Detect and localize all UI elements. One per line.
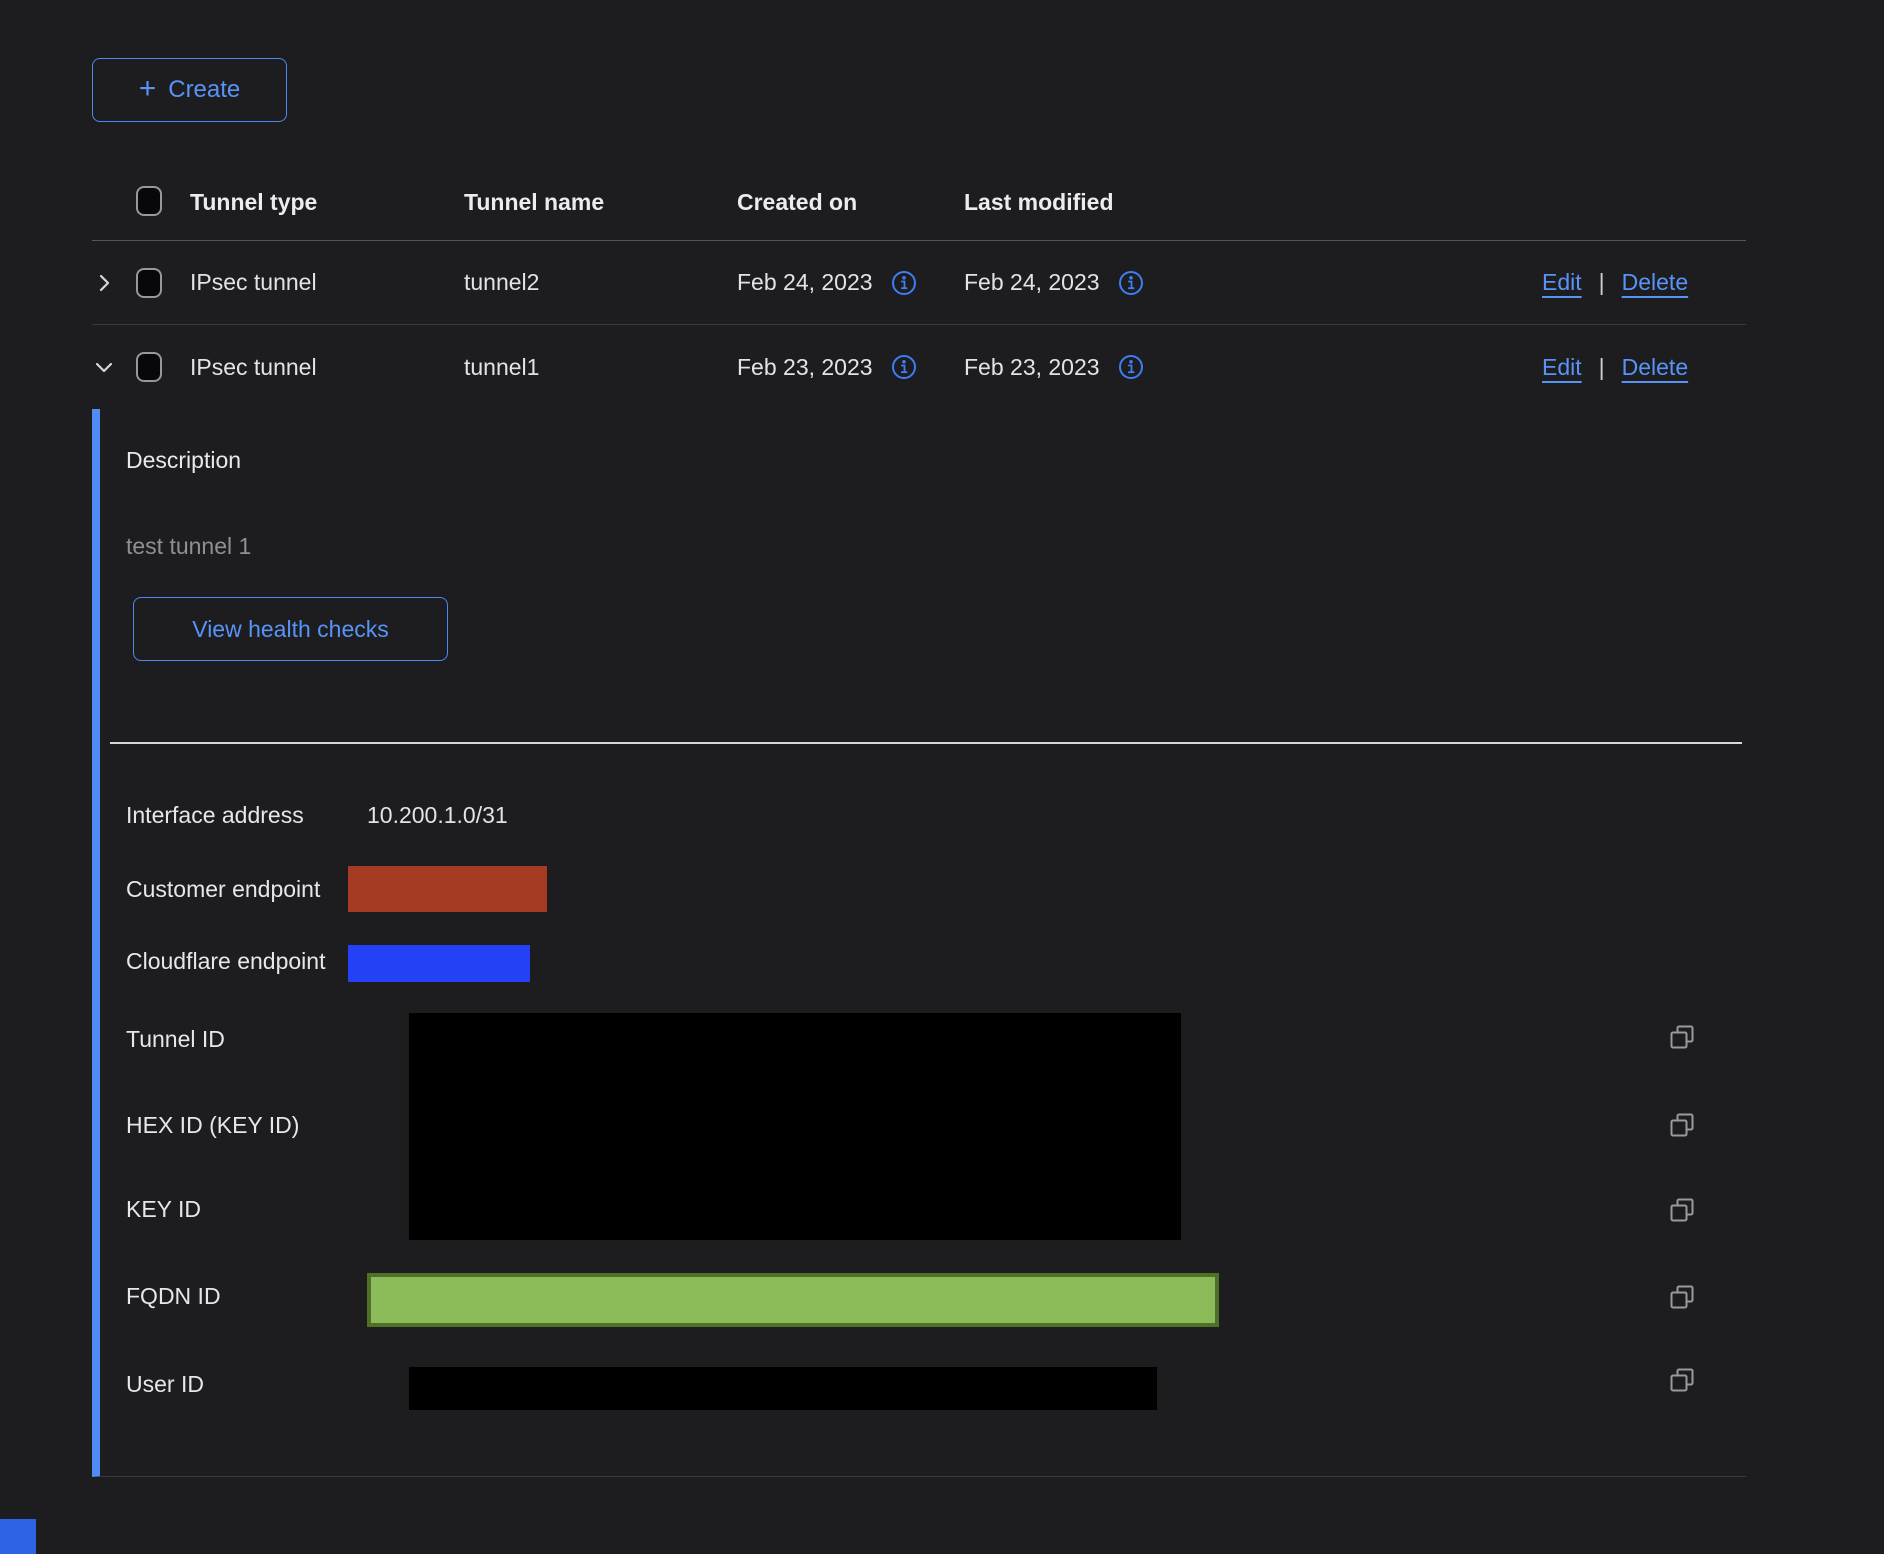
select-all-checkbox[interactable] [136,186,162,216]
description-value: test tunnel 1 [126,533,251,560]
copy-hex-id-icon[interactable] [1668,1111,1696,1142]
tunnel-name-cell: tunnel1 [464,354,737,381]
create-button[interactable]: + Create [92,58,287,122]
tunnels-table: Tunnel type Tunnel name Created on Last … [92,140,1746,409]
table-row: IPsec tunnel tunnel1 Feb 23, 2023 Feb 23… [92,325,1746,409]
fqdn-id-label: FQDN ID [126,1283,221,1310]
panel-divider [110,742,1742,744]
cloudflare-endpoint-redacted-value [348,945,530,982]
tunnel-type-cell: IPsec tunnel [190,269,464,296]
customer-endpoint-redacted-value [348,866,547,912]
expand-chevron-right-icon[interactable] [92,271,116,295]
last-modified-cell: Feb 23, 2023 [964,354,1100,381]
interface-address-value: 10.200.1.0/31 [367,802,508,829]
collapse-chevron-down-icon[interactable] [92,355,116,379]
tunnel-detail-panel: Description test tunnel 1 View health ch… [92,409,1746,1477]
edit-link[interactable]: Edit [1542,269,1582,296]
description-label: Description [126,447,241,474]
copy-fqdn-id-icon[interactable] [1668,1283,1696,1314]
copy-key-id-icon[interactable] [1668,1196,1696,1227]
info-icon[interactable] [891,270,917,296]
plus-icon: + [139,74,157,104]
ids-redacted-value [409,1013,1181,1240]
row-checkbox[interactable] [136,268,162,298]
header-tunnel-type: Tunnel type [190,189,464,216]
interface-address-label: Interface address [126,802,304,829]
last-modified-cell: Feb 24, 2023 [964,269,1100,296]
hex-id-label: HEX ID (KEY ID) [126,1112,299,1139]
delete-link[interactable]: Delete [1622,354,1688,381]
actions-separator: | [1599,354,1605,381]
tunnel-type-cell: IPsec tunnel [190,354,464,381]
corner-accent [0,1519,36,1554]
fqdn-id-redacted-value [367,1273,1219,1327]
copy-tunnel-id-icon[interactable] [1668,1023,1696,1054]
cloudflare-endpoint-label: Cloudflare endpoint [126,948,325,975]
customer-endpoint-label: Customer endpoint [126,876,320,903]
edit-link[interactable]: Edit [1542,354,1582,381]
header-tunnel-name: Tunnel name [464,189,737,216]
created-on-cell: Feb 24, 2023 [737,269,873,296]
tunnel-name-cell: tunnel2 [464,269,737,296]
row-checkbox[interactable] [136,352,162,382]
header-last-modified: Last modified [964,189,1542,216]
header-created-on: Created on [737,189,964,216]
user-id-redacted-value [409,1367,1157,1410]
table-header-row: Tunnel type Tunnel name Created on Last … [92,140,1746,241]
table-row: IPsec tunnel tunnel2 Feb 24, 2023 Feb 24… [92,241,1746,325]
delete-link[interactable]: Delete [1622,269,1688,296]
info-icon[interactable] [1118,354,1144,380]
create-button-label: Create [168,76,240,104]
info-icon[interactable] [891,354,917,380]
key-id-label: KEY ID [126,1196,201,1223]
created-on-cell: Feb 23, 2023 [737,354,873,381]
copy-user-id-icon[interactable] [1668,1366,1696,1397]
tunnel-id-label: Tunnel ID [126,1026,225,1053]
actions-separator: | [1599,269,1605,296]
user-id-label: User ID [126,1371,204,1398]
view-health-checks-button[interactable]: View health checks [133,597,448,661]
info-icon[interactable] [1118,270,1144,296]
